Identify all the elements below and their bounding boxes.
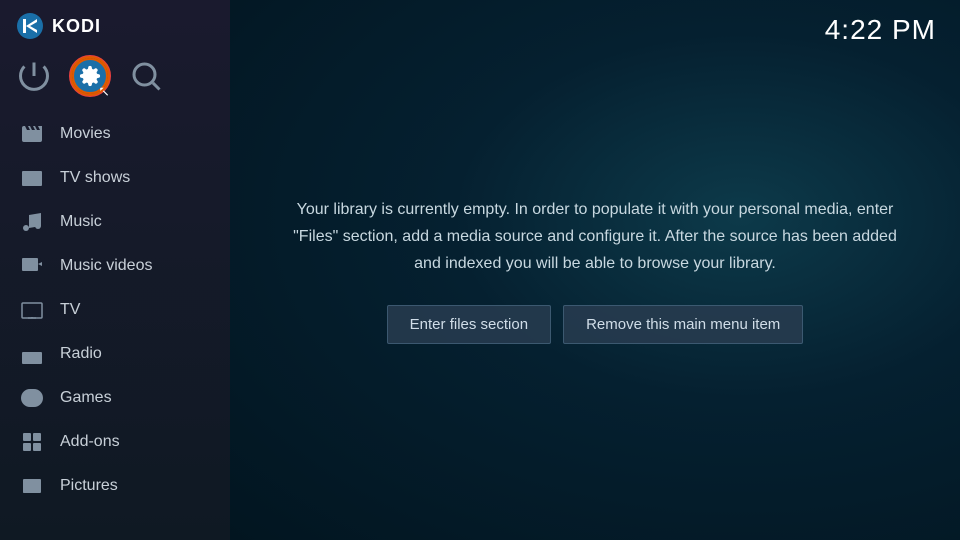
nav-menu: Movies TV shows Music <box>0 108 230 540</box>
sidebar-item-movies[interactable]: Movies <box>0 112 230 156</box>
main-content: 4:22 PM Your library is currently empty.… <box>230 0 960 540</box>
settings-button[interactable]: ↖ <box>72 58 108 94</box>
kodi-logo: KODI <box>16 12 101 40</box>
center-area: Your library is currently empty. In orde… <box>230 0 960 540</box>
add-ons-label: Add-ons <box>60 433 120 451</box>
search-button[interactable] <box>128 58 164 94</box>
tv-shows-label: TV shows <box>60 169 130 187</box>
sidebar-item-tv-shows[interactable]: TV shows <box>0 156 230 200</box>
settings-active-border <box>69 55 111 97</box>
power-button[interactable] <box>16 58 52 94</box>
kodi-logo-text: KODI <box>52 16 101 37</box>
sidebar: KODI ↖ <box>0 0 230 540</box>
sidebar-item-radio[interactable]: Radio <box>0 332 230 376</box>
sidebar-header: KODI <box>0 0 230 52</box>
movies-icon <box>20 122 44 146</box>
top-icons-bar: ↖ <box>0 52 230 108</box>
remove-menu-item-button[interactable]: Remove this main menu item <box>563 305 803 344</box>
sidebar-item-games[interactable]: Games <box>0 376 230 420</box>
enter-files-button[interactable]: Enter files section <box>387 305 551 344</box>
pictures-label: Pictures <box>60 477 118 495</box>
radio-icon <box>20 342 44 366</box>
library-message: Your library is currently empty. In orde… <box>290 196 900 278</box>
radio-label: Radio <box>60 345 102 363</box>
movies-label: Movies <box>60 125 111 143</box>
tv-shows-icon <box>20 166 44 190</box>
music-label: Music <box>60 213 102 231</box>
sidebar-item-music-videos[interactable]: Music videos <box>0 244 230 288</box>
tv-icon <box>20 298 44 322</box>
tv-label: TV <box>60 301 80 319</box>
sidebar-item-music[interactable]: Music <box>0 200 230 244</box>
pictures-icon <box>20 474 44 498</box>
games-icon <box>20 386 44 410</box>
kodi-logo-icon <box>16 12 44 40</box>
music-icon <box>20 210 44 234</box>
add-ons-icon <box>20 430 44 454</box>
sidebar-item-tv[interactable]: TV <box>0 288 230 332</box>
games-label: Games <box>60 389 112 407</box>
sidebar-item-add-ons[interactable]: Add-ons <box>0 420 230 464</box>
sidebar-item-pictures[interactable]: Pictures <box>0 464 230 508</box>
music-videos-icon <box>20 254 44 278</box>
action-buttons: Enter files section Remove this main men… <box>387 305 804 344</box>
music-videos-label: Music videos <box>60 257 152 275</box>
time-display: 4:22 PM <box>825 14 936 46</box>
